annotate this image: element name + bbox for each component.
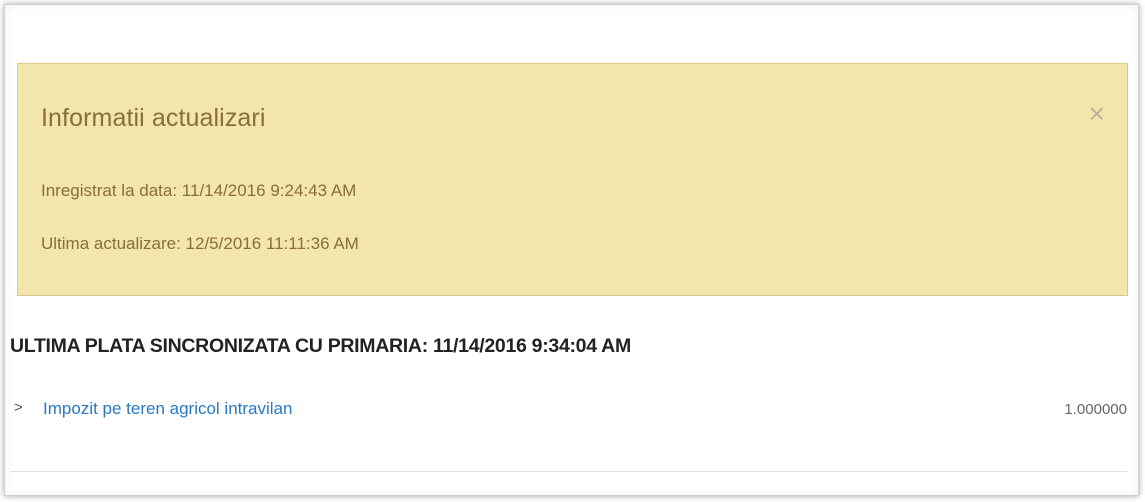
update-info-alert: Informatii actualizari × Inregistrat la … <box>17 63 1128 296</box>
alert-title: Informatii actualizari <box>41 104 266 132</box>
chevron-right-icon[interactable]: > <box>14 399 23 416</box>
list-item[interactable]: > Impozit pe teren agricol intravilan 1.… <box>10 393 1127 472</box>
tax-item-link[interactable]: Impozit pe teren agricol intravilan <box>43 399 292 419</box>
last-update-text: Ultima actualizare: 12/5/2016 11:11:36 A… <box>41 234 359 253</box>
tax-item-value: 1.000000 <box>1064 401 1127 418</box>
last-payment-sync-heading: ULTIMA PLATA SINCRONIZATA CU PRIMARIA: 1… <box>10 335 631 357</box>
panel-frame: Informatii actualizari × Inregistrat la … <box>4 4 1139 496</box>
close-icon[interactable]: × <box>1089 100 1105 128</box>
registered-date-text: Inregistrat la data: 11/14/2016 9:24:43 … <box>41 181 357 200</box>
